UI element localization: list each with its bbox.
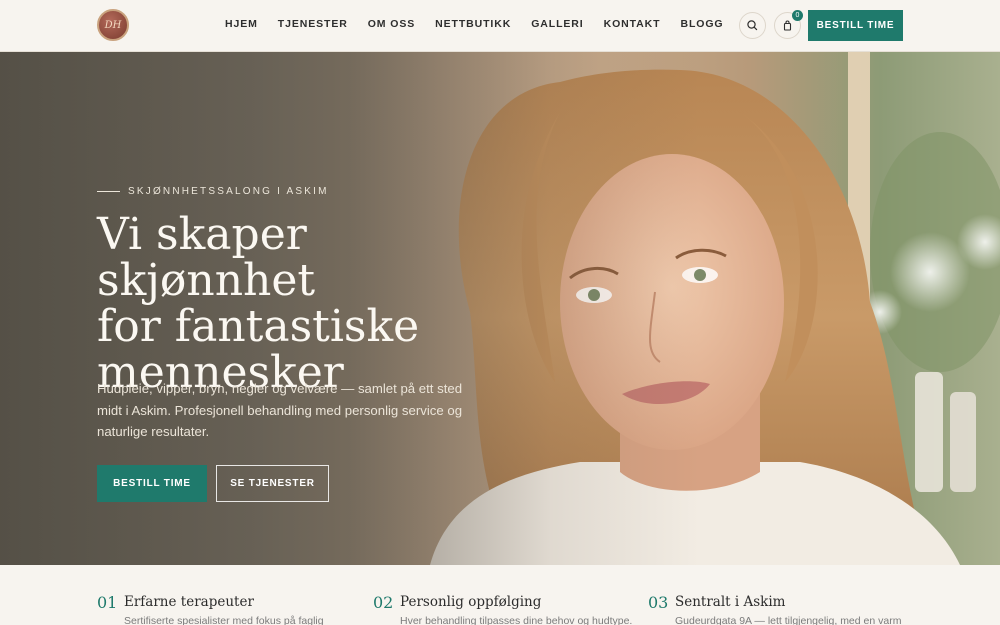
logo-text: DH xyxy=(104,19,122,31)
hero-section: SKJØNNHETSSALONG I ASKIM Vi skaper skjøn… xyxy=(0,52,1000,565)
feature-item: 03 Sentralt i Askim Gudeurdgata 9A — let… xyxy=(648,593,918,625)
feature-title: Erfarne terapeuter xyxy=(124,594,254,610)
hero-title: Vi skaper skjønnhet for fantastiske menn… xyxy=(97,212,537,396)
nav-item-tjenester[interactable]: TJENESTER xyxy=(278,18,348,30)
nav-item-hjem[interactable]: HJEM xyxy=(225,18,258,30)
nav-item-galleri[interactable]: GALLERI xyxy=(531,18,583,30)
site-header: DH HJEM TJENESTER OM OSS NETTBUTIKK GALL… xyxy=(0,0,1000,52)
eyebrow-divider xyxy=(97,191,120,192)
feature-number: 02 xyxy=(373,593,394,612)
main-nav: HJEM TJENESTER OM OSS NETTBUTIKK GALLERI… xyxy=(225,18,743,30)
logo[interactable]: DH xyxy=(97,9,129,41)
nav-item-nettbutikk[interactable]: NETTBUTIKK xyxy=(435,18,511,30)
hero-eyebrow: SKJØNNHETSSALONG I ASKIM xyxy=(128,186,329,197)
book-appointment-button[interactable]: BESTILL TIME xyxy=(808,10,903,41)
nav-item-om-oss[interactable]: OM OSS xyxy=(368,18,415,30)
search-icon xyxy=(747,20,758,31)
cart-count-badge: 0 xyxy=(792,10,803,21)
feature-title: Sentralt i Askim xyxy=(675,594,786,610)
feature-item: 02 Personlig oppfølging Hver behandling … xyxy=(373,593,643,625)
see-services-button[interactable]: SE TJENESTER xyxy=(216,465,329,502)
feature-number: 01 xyxy=(97,593,118,612)
features-strip: 01 Erfarne terapeuter Sertifiserte spesi… xyxy=(0,565,1000,625)
hero-title-line-2: for fantastiske xyxy=(97,301,420,352)
feature-item: 01 Erfarne terapeuter Sertifiserte spesi… xyxy=(97,593,367,625)
hero-subtitle: Hudpleie, vipper, bryn, negler og velvær… xyxy=(97,381,463,439)
hero-title-line-1: Vi skaper skjønnhet xyxy=(97,209,316,306)
nav-item-blogg[interactable]: BLOGG xyxy=(680,18,723,30)
hero-book-button[interactable]: BESTILL TIME xyxy=(97,465,207,502)
feature-description: Hver behandling tilpasses dine behov og … xyxy=(400,615,633,625)
feature-number: 03 xyxy=(648,593,669,612)
feature-title: Personlig oppfølging xyxy=(400,594,542,610)
search-button[interactable] xyxy=(739,12,766,39)
feature-description: Sertifiserte spesialister med fokus på f… xyxy=(124,615,324,625)
nav-item-kontakt[interactable]: KONTAKT xyxy=(604,18,661,30)
feature-description: Gudeurdgata 9A — lett tilgjengelig, med … xyxy=(675,615,902,625)
